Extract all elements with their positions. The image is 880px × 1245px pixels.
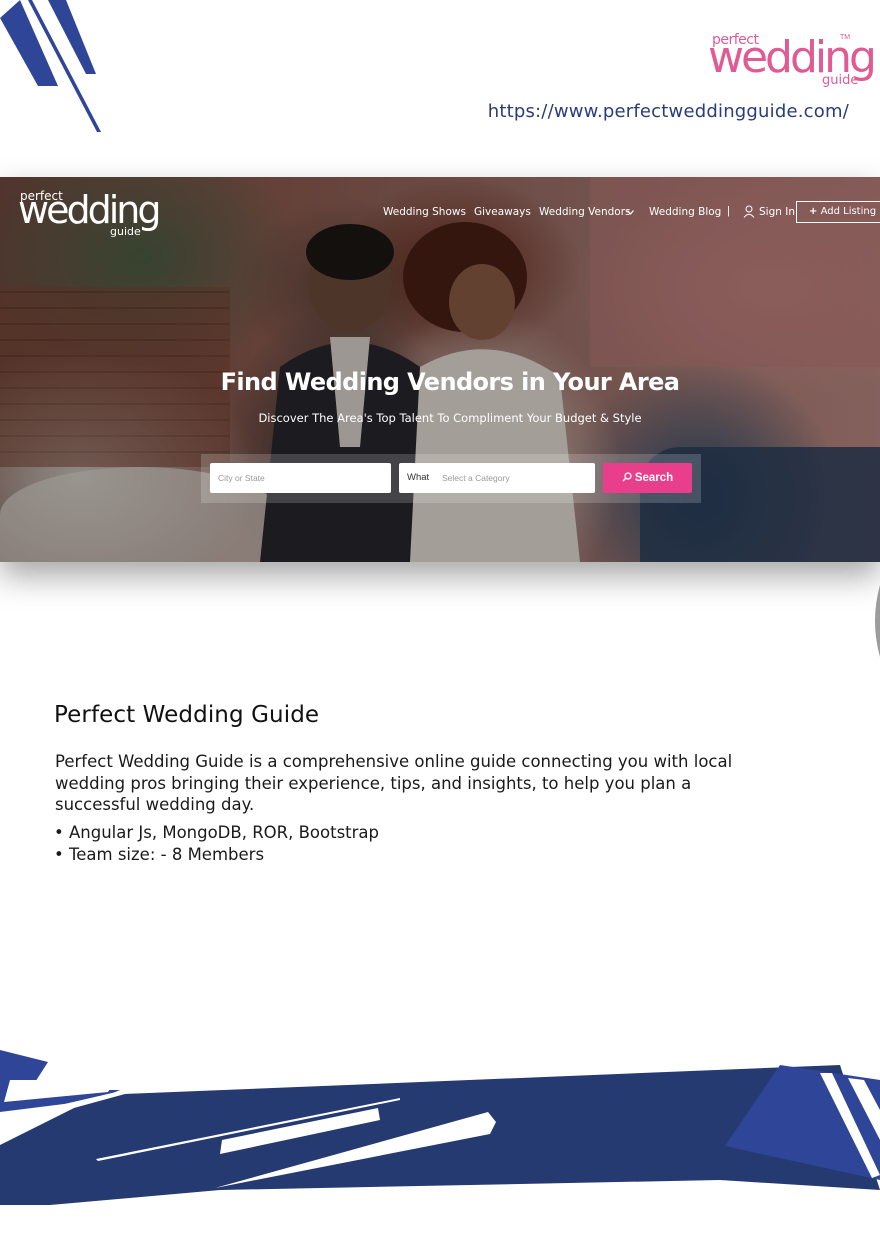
logo-top-text: perfect [712, 32, 759, 48]
hero-subtitle: Discover The Area's Top Talent To Compli… [258, 411, 642, 425]
tech-stack-bullet: • Angular Js, MongoDB, ROR, Bootstrap [54, 823, 380, 842]
user-icon [743, 205, 755, 218]
city-input[interactable]: City or State [210, 463, 391, 493]
city-placeholder: City or State [218, 473, 265, 483]
sign-in-link[interactable]: Sign In [759, 206, 795, 218]
nav-wedding-vendors[interactable]: Wedding Vendors [539, 206, 631, 218]
right-edge-shadow [875, 585, 880, 657]
website-screenshot: wedding perfect guide Wedding Shows Give… [0, 177, 880, 562]
chevron-down-icon [627, 210, 634, 215]
nav-giveaways[interactable]: Giveaways [474, 206, 531, 218]
search-button[interactable]: Search [603, 463, 692, 493]
logo-trademark: TM [840, 34, 851, 41]
search-icon [622, 472, 632, 482]
category-placeholder: Select a Category [442, 473, 510, 483]
website-url[interactable]: https://www.perfectweddingguide.com/ [488, 101, 849, 122]
project-title: Perfect Wedding Guide [54, 702, 320, 728]
brand-logo: wedding perfect guide TM [708, 30, 877, 90]
add-listing-label: Add Listing [820, 206, 877, 217]
what-label: What [407, 472, 430, 483]
project-description: Perfect Wedding Guide is a comprehensive… [55, 752, 733, 814]
logo-sub-text: guide [822, 73, 859, 88]
nav-wedding-shows[interactable]: Wedding Shows [383, 206, 466, 218]
category-select[interactable]: What Select a Category [399, 463, 595, 493]
search-button-label: Search [634, 472, 674, 484]
team-size-bullet: • Team size: - 8 Members [54, 845, 265, 864]
top-left-stripes [0, 0, 101, 132]
plus-icon: + [809, 206, 818, 217]
nav-separator: | [727, 205, 730, 217]
site-logo-sub: guide [110, 225, 141, 238]
bottom-banner-shapes [0, 1050, 880, 1205]
hero-title: Find Wedding Vendors in Your Area [220, 368, 680, 396]
add-listing-button[interactable]: + Add Listing [796, 201, 880, 223]
site-logo-top: perfect [20, 189, 63, 203]
nav-wedding-blog[interactable]: Wedding Blog [649, 206, 721, 218]
site-logo[interactable]: wedding perfect guide [18, 189, 161, 238]
